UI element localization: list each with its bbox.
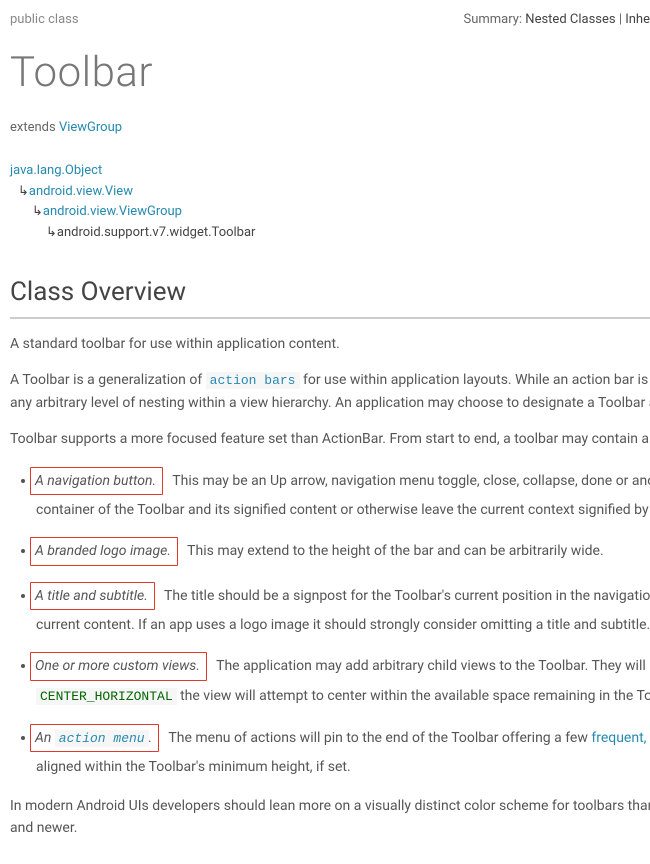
text: any arbitrary level of nesting within a … bbox=[10, 395, 650, 411]
list-item-menu: An action menu. The menu of actions will… bbox=[36, 724, 650, 779]
list-item-title: A title and subtitle. The title should b… bbox=[36, 582, 650, 637]
boxed-term: One or more custom views. bbox=[30, 652, 207, 680]
action-menu-link[interactable]: action menu bbox=[55, 730, 149, 746]
hook-icon: ↳ bbox=[18, 182, 29, 203]
text: current content. If an app uses a logo i… bbox=[36, 614, 650, 636]
hierarchy-viewgroup[interactable]: android.view.ViewGroup bbox=[43, 204, 182, 219]
text: A Toolbar is a generalization of bbox=[10, 372, 206, 388]
text: aligned within the Toolbar's minimum hei… bbox=[36, 756, 650, 778]
text: CENTER_HORIZONTAL the view will attempt … bbox=[36, 685, 650, 708]
inheritance-hierarchy: java.lang.Object ↳android.view.View ↳and… bbox=[10, 161, 650, 244]
extends-line: extends ViewGroup bbox=[10, 118, 650, 139]
section-heading-overview: Class Overview bbox=[10, 272, 650, 319]
text: The application may add arbitrary child … bbox=[213, 658, 650, 674]
summary-inherited-link[interactable]: Inhe bbox=[625, 12, 650, 27]
text: The menu of actions will pin to the end … bbox=[165, 730, 650, 746]
hierarchy-object[interactable]: java.lang.Object bbox=[10, 163, 102, 178]
action-bars-link[interactable]: action bars bbox=[206, 372, 300, 388]
boxed-term: A title and subtitle. bbox=[30, 582, 155, 610]
boxed-term: An action menu. bbox=[30, 724, 159, 753]
list-item-nav: A navigation button. This may be an Up a… bbox=[36, 467, 650, 522]
text: for use within application layouts. Whil… bbox=[300, 372, 650, 388]
hook-icon: ↳ bbox=[32, 202, 43, 223]
boxed-term: A branded logo image. bbox=[30, 537, 178, 565]
list-item-custom: One or more custom views. The applicatio… bbox=[36, 652, 650, 707]
list-item-logo: A branded logo image. This may extend to… bbox=[36, 537, 650, 565]
text: container of the Toolbar and its signifi… bbox=[36, 499, 650, 521]
closing-p: In modern Android UIs developers should … bbox=[10, 795, 650, 840]
text: This may extend to the height of the bar… bbox=[184, 543, 604, 559]
text: In modern Android UIs developers should … bbox=[10, 798, 650, 814]
page-title: Toolbar bbox=[10, 39, 650, 106]
action-menu-code: action menu bbox=[55, 730, 149, 747]
class-modifiers: public class bbox=[10, 10, 79, 31]
frequent-important-link[interactable]: frequent, important or t bbox=[591, 730, 650, 746]
hook-icon: ↳ bbox=[46, 223, 57, 244]
summary-links: Summary: Nested Classes | Inhe bbox=[463, 10, 650, 31]
summary-sep: | bbox=[616, 12, 626, 27]
overview-p3: Toolbar supports a more focused feature … bbox=[10, 428, 650, 450]
hierarchy-view[interactable]: android.view.View bbox=[29, 184, 133, 199]
boxed-term: A navigation button. bbox=[30, 467, 163, 495]
overview-p2: A Toolbar is a generalization of action … bbox=[10, 369, 650, 414]
text: The title should be a signpost for the T… bbox=[161, 588, 650, 604]
text: and newer. bbox=[10, 820, 77, 836]
text: the view will attempt to center within t… bbox=[177, 688, 650, 704]
text: The menu of actions will pin to the end … bbox=[165, 730, 591, 746]
center-horizontal-code: CENTER_HORIZONTAL bbox=[36, 688, 177, 705]
summary-label: Summary: bbox=[463, 12, 522, 27]
summary-nested-link[interactable]: Nested Classes bbox=[525, 12, 615, 27]
action-bars-code: action bars bbox=[206, 372, 300, 389]
text: This may be an Up arrow, navigation menu… bbox=[169, 473, 650, 489]
extends-label: extends bbox=[10, 120, 59, 135]
header-row: public class Summary: Nested Classes | I… bbox=[10, 10, 650, 31]
extends-link[interactable]: ViewGroup bbox=[59, 120, 122, 135]
feature-list: A navigation button. This may be an Up a… bbox=[10, 467, 650, 779]
hierarchy-self: android.support.v7.widget.Toolbar bbox=[57, 225, 256, 240]
text: . bbox=[149, 730, 153, 746]
overview-p1: A standard toolbar for use within applic… bbox=[10, 333, 650, 355]
text: An bbox=[35, 730, 55, 746]
